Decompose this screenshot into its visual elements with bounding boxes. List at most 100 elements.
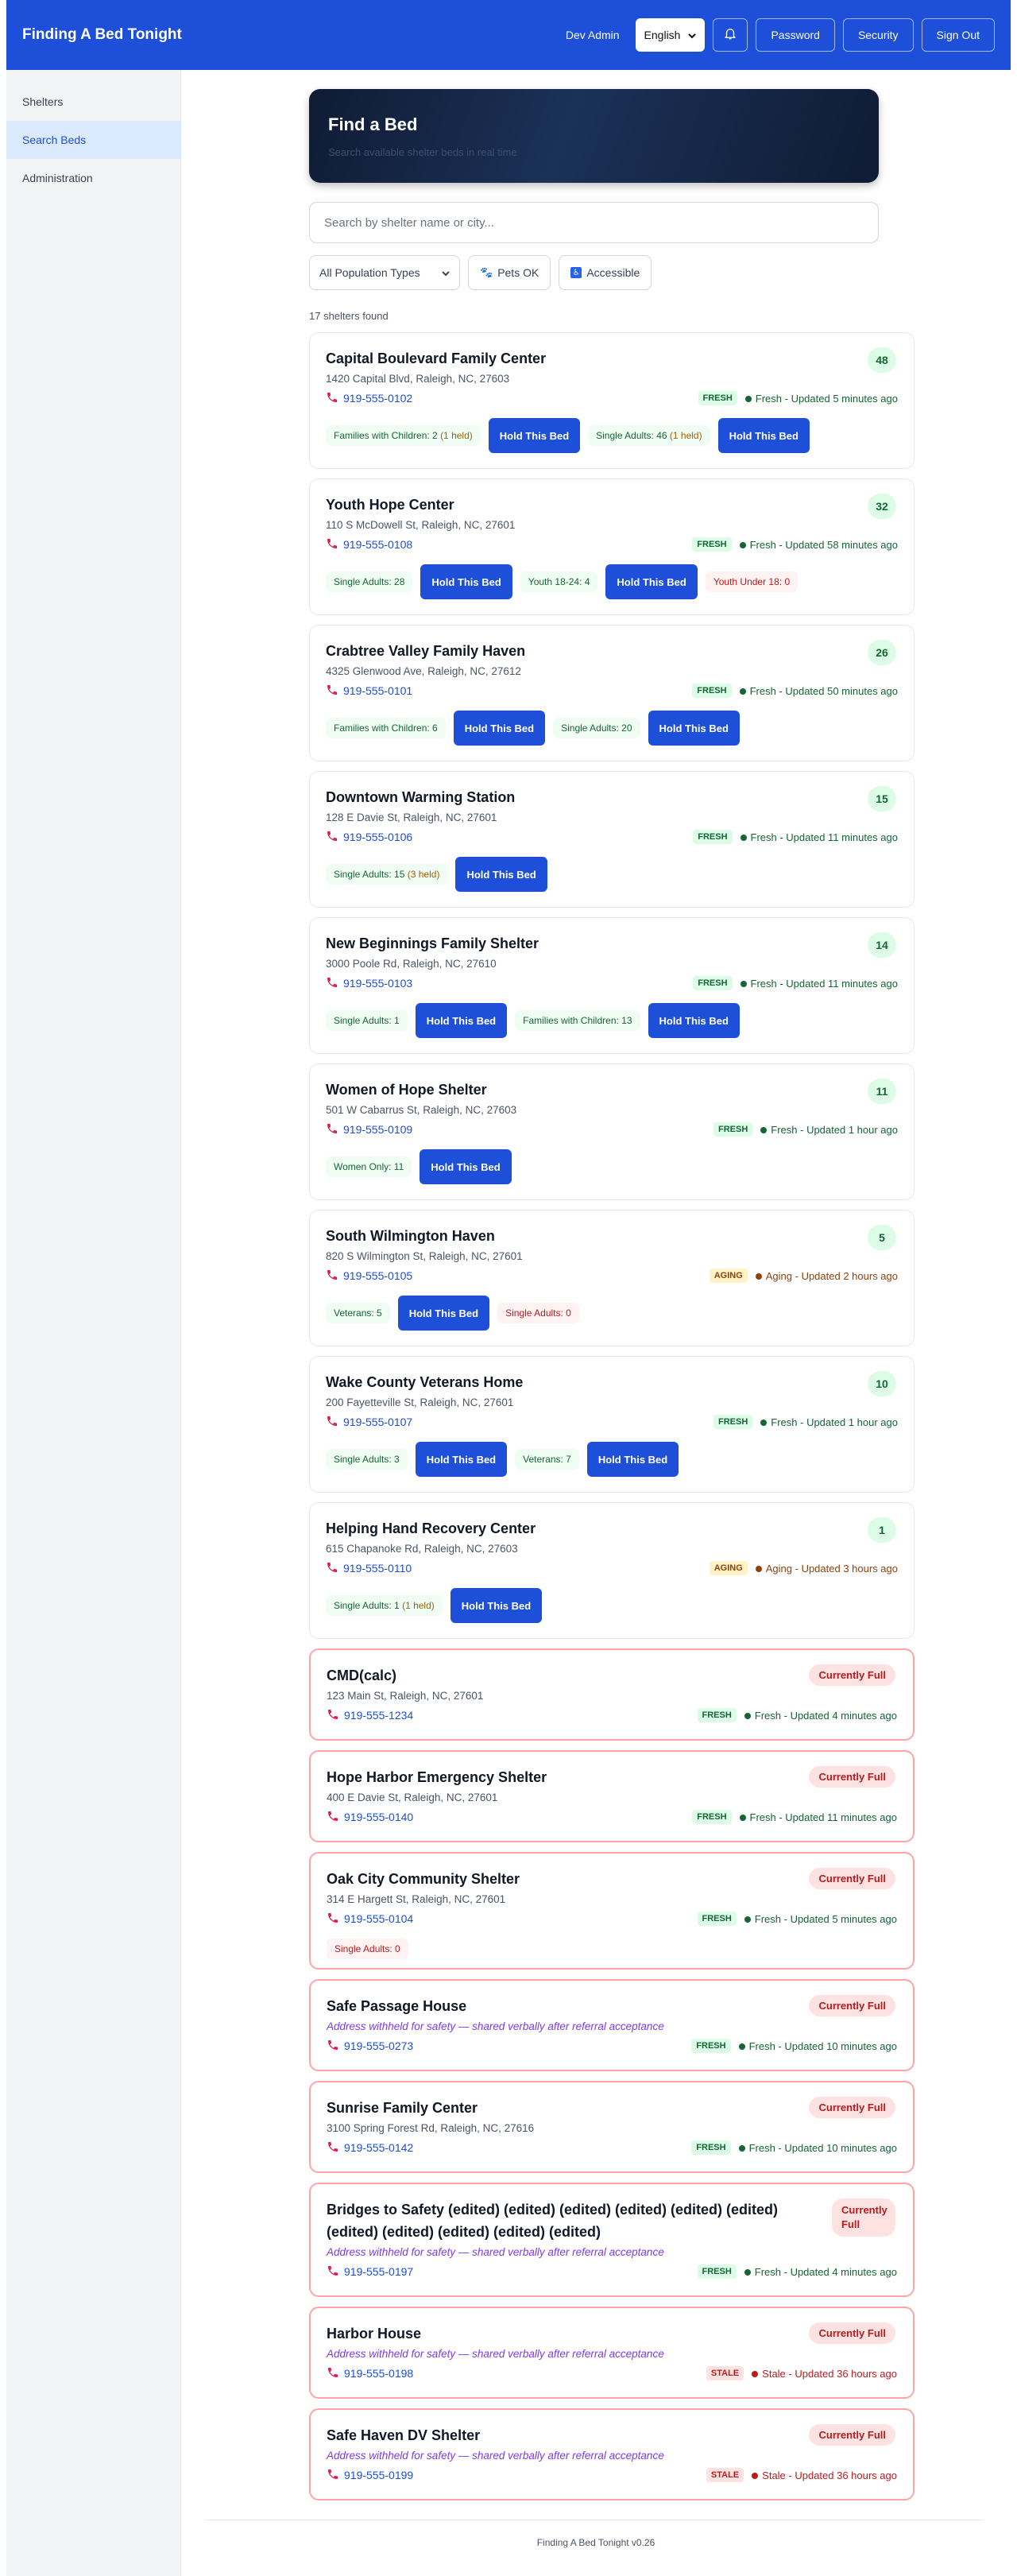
phone-number[interactable]: 919-555-0102 xyxy=(343,392,412,405)
hold-bed-button[interactable]: Hold This Bed xyxy=(488,418,581,453)
phone-number[interactable]: 919-555-1234 xyxy=(344,1709,413,1722)
hold-bed-button[interactable]: Hold This Bed xyxy=(605,564,698,599)
phone-number[interactable]: 919-555-0105 xyxy=(343,1269,412,1282)
freshness-text: Stale - Updated 36 hours ago xyxy=(752,2368,897,2380)
shelter-address: 820 S Wilmington St, Raleigh, NC, 27601 xyxy=(326,1250,523,1262)
status-badge: Currently Full xyxy=(809,1868,895,1889)
availability-pill: Single Adults: 15 (3 held) xyxy=(326,864,448,885)
hold-bed-button[interactable]: Hold This Bed xyxy=(717,418,810,453)
freshness-indicator: FRESH Fresh - Updated 1 hour ago xyxy=(713,1415,898,1429)
security-button[interactable]: Security xyxy=(842,18,914,52)
hold-bed-button[interactable]: Hold This Bed xyxy=(450,1588,543,1623)
phone-number[interactable]: 919-555-0103 xyxy=(343,977,412,990)
sidebar-item-administration[interactable]: Administration xyxy=(6,159,180,197)
shelter-address: 4325 Glenwood Ave, Raleigh, NC, 27612 xyxy=(326,665,521,677)
phone-number[interactable]: 919-555-0107 xyxy=(343,1416,412,1428)
filter-bar: All Population Types 🐾 Pets OK ♿ Accessi… xyxy=(309,255,652,290)
hold-bed-button[interactable]: Hold This Bed xyxy=(648,1003,740,1038)
hold-bed-button[interactable]: Hold This Bed xyxy=(648,711,740,746)
phone-number[interactable]: 919-555-0109 xyxy=(343,1123,412,1136)
phone-link[interactable]: 919-555-0103 xyxy=(326,976,412,991)
password-button[interactable]: Password xyxy=(756,18,835,52)
phone-number[interactable]: 919-555-0198 xyxy=(344,2367,413,2380)
search-input[interactable]: Search by shelter name or city... xyxy=(309,202,879,243)
phone-number[interactable]: 919-555-0104 xyxy=(344,1912,413,1925)
availability-pill: Families with Children: 2 (1 held) xyxy=(326,425,481,446)
shelter-card: South Wilmington Haven 5 820 S Wilmington … xyxy=(309,1210,915,1346)
sidebar-item-shelters[interactable]: Shelters xyxy=(6,83,180,121)
phone-icon xyxy=(326,1415,338,1430)
pets-ok-filter[interactable]: 🐾 Pets OK xyxy=(468,255,551,290)
user-name: Dev Admin xyxy=(565,29,620,41)
phone-number[interactable]: 919-555-0110 xyxy=(343,1562,412,1575)
phone-link[interactable]: 919-555-0197 xyxy=(327,2264,413,2280)
accessible-label: Accessible xyxy=(586,266,640,279)
phone-link[interactable]: 919-555-0273 xyxy=(327,2039,413,2054)
app-title: Finding A Bed Tonight xyxy=(22,26,182,43)
hold-bed-button[interactable]: Hold This Bed xyxy=(415,1003,508,1038)
phone-number[interactable]: 919-555-0101 xyxy=(343,684,412,697)
phone-link[interactable]: 919-555-0142 xyxy=(327,2140,413,2156)
phone-link[interactable]: 919-555-0102 xyxy=(326,391,412,406)
phone-link[interactable]: 919-555-0109 xyxy=(326,1122,412,1137)
phone-link[interactable]: 919-555-1234 xyxy=(327,1708,413,1723)
phone-link[interactable]: 919-555-0199 xyxy=(327,2468,413,2483)
phone-link[interactable]: 919-555-0140 xyxy=(327,1810,413,1825)
shelter-card: Downtown Warming Station 15 128 E Davie St… xyxy=(309,771,915,908)
phone-number[interactable]: 919-555-0197 xyxy=(344,2265,413,2278)
hold-bed-button[interactable]: Hold This Bed xyxy=(453,711,546,746)
hold-bed-button[interactable]: Hold This Bed xyxy=(455,857,547,892)
population-type-select[interactable]: All Population Types xyxy=(309,255,460,290)
phone-number[interactable]: 919-555-0108 xyxy=(343,538,412,551)
phone-link[interactable]: 919-555-0107 xyxy=(326,1415,412,1430)
contact-row: 919-555-0105 AGING Aging - Updated 2 hours… xyxy=(326,1267,898,1284)
shelter-name: Bridges to Safety (edited) (edited) (edi… xyxy=(327,2202,779,2240)
freshness-label: Fresh - Updated 1 hour ago xyxy=(771,1123,898,1136)
phone-number[interactable]: 919-555-0199 xyxy=(344,2469,413,2481)
hold-bed-button[interactable]: Hold This Bed xyxy=(420,564,512,599)
freshness-tag: AGING xyxy=(709,1561,748,1575)
freshness-label: Fresh - Updated 5 minutes ago xyxy=(755,392,898,405)
phone-link[interactable]: 919-555-0106 xyxy=(326,830,412,845)
top-bar: Finding A Bed Tonight Dev Admin English … xyxy=(6,0,1011,70)
phone-link[interactable]: 919-555-0108 xyxy=(326,537,412,552)
hold-bed-button[interactable]: Hold This Bed xyxy=(397,1296,490,1331)
availability-row: Single Adults: 0 xyxy=(327,1939,897,1959)
shelter-card: Safe Haven DV Shelter Currently Full Addre… xyxy=(309,2408,915,2500)
notifications-button[interactable] xyxy=(713,18,748,52)
shelter-name: Safe Haven DV Shelter xyxy=(327,2427,481,2443)
shelter-name: Wake County Veterans Home xyxy=(326,1374,524,1390)
phone-link[interactable]: 919-555-0105 xyxy=(326,1269,412,1284)
phone-icon xyxy=(326,830,338,845)
phone-link[interactable]: 919-555-0104 xyxy=(327,1912,413,1927)
phone-number[interactable]: 919-555-0142 xyxy=(344,2141,413,2154)
sidebar-item-search-beds[interactable]: Search Beds xyxy=(6,121,180,159)
freshness-label: Aging - Updated 2 hours ago xyxy=(765,1269,898,1282)
freshness-tag: FRESH xyxy=(697,1708,737,1722)
status-dot-icon xyxy=(739,688,746,695)
phone-number[interactable]: 919-555-0273 xyxy=(344,2039,413,2052)
language-select[interactable]: English xyxy=(635,18,706,52)
footer-version: Finding A Bed Tonight v0.26 xyxy=(536,2537,655,2548)
phone-link[interactable]: 919-555-0110 xyxy=(326,1561,412,1576)
held-count: (1 held) xyxy=(440,430,473,441)
hold-bed-button[interactable]: Hold This Bed xyxy=(415,1442,508,1477)
hold-bed-button[interactable]: Hold This Bed xyxy=(420,1149,512,1184)
freshness-label: Stale - Updated 36 hours ago xyxy=(762,2469,897,2481)
contact-row: 919-555-0109 FRESH Fresh - Updated 1 hour … xyxy=(326,1121,898,1138)
shelter-card: New Beginnings Family Shelter 14 3000 Pool… xyxy=(309,917,915,1054)
accessible-filter[interactable]: ♿ Accessible xyxy=(559,255,652,290)
hold-bed-button[interactable]: Hold This Bed xyxy=(586,1442,679,1477)
shelter-card: Crabtree Valley Family Haven 26 4325 Glenw… xyxy=(309,625,915,761)
freshness-indicator: FRESH Fresh - Updated 4 minutes ago xyxy=(697,2264,897,2279)
freshness-text: Fresh - Updated 4 minutes ago xyxy=(744,2266,897,2278)
phone-number[interactable]: 919-555-0140 xyxy=(344,1811,413,1823)
phone-link[interactable]: 919-555-0101 xyxy=(326,684,412,699)
contact-row: 919-555-0102 FRESH Fresh - Updated 5 minut… xyxy=(326,389,898,407)
phone-number[interactable]: 919-555-0106 xyxy=(343,831,412,843)
sign-out-button[interactable]: Sign Out xyxy=(921,18,995,52)
freshness-text: Fresh - Updated 11 minutes ago xyxy=(740,978,898,990)
bed-count-badge: 48 xyxy=(868,347,896,373)
phone-link[interactable]: 919-555-0198 xyxy=(327,2366,413,2381)
unavailable-pill: Youth Under 18: 0 xyxy=(705,571,799,592)
